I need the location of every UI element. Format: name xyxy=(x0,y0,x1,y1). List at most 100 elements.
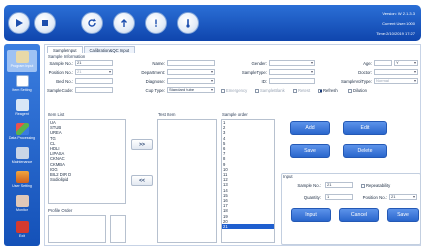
thermometer-icon[interactable] xyxy=(177,12,199,34)
input-sample-no-field[interactable]: 21 xyxy=(325,182,353,188)
sidebar-item-maintenance[interactable]: Maintenance xyxy=(7,146,37,168)
list-item[interactable]: Sodiolipid xyxy=(49,177,125,182)
sample-vol-type-select[interactable]: Normal xyxy=(374,78,418,84)
item-setting-icon xyxy=(15,75,29,87)
quantity-label: Quantity: xyxy=(303,195,321,200)
cup-type-select[interactable]: Standard tube xyxy=(167,87,215,93)
program-input-icon xyxy=(15,51,29,63)
refresh-label: Refresh xyxy=(323,88,338,93)
bed-no-label: Bed No.: xyxy=(56,79,73,84)
list-item-selected[interactable]: 21 xyxy=(222,224,274,230)
add-button[interactable]: Add xyxy=(290,121,330,135)
checkbox-box xyxy=(255,88,259,93)
retest-checkbox[interactable]: Retest xyxy=(293,88,310,93)
input-position-no-select[interactable]: 21 xyxy=(389,194,417,200)
sample-code-field[interactable] xyxy=(75,87,113,93)
item-list[interactable]: UA STUB UREA TG CL HDLI LIPASA CKNAC CKM… xyxy=(48,119,126,204)
sidebar-item-label: Monitor xyxy=(16,208,28,212)
current-user-text: Current User:1000 xyxy=(382,21,415,26)
sample-code-label: SampleCode: xyxy=(47,88,74,93)
main-panel: SampleInput Calibration&QC Input Sample … xyxy=(44,44,421,246)
diagnose-select[interactable] xyxy=(167,78,215,84)
sample-no-label: Sample No.: xyxy=(49,61,73,66)
exit-icon xyxy=(15,221,29,233)
sidebar-item-label: Program Input xyxy=(10,64,34,68)
stop-icon[interactable] xyxy=(34,12,56,34)
delete-button[interactable]: Delete xyxy=(343,144,387,158)
age-field[interactable] xyxy=(374,60,392,66)
diagnose-label: Diagnose: xyxy=(145,79,165,84)
doctor-select[interactable] xyxy=(374,69,418,75)
sidebar-item-item-setting[interactable]: Item Setting xyxy=(7,74,37,96)
dilution-label: Dilution xyxy=(353,88,367,93)
sidebar-item-label: Item Setting xyxy=(12,88,32,92)
sample-order-list[interactable]: 1 2 3 4 5 6 7 8 9 10 11 12 13 14 15 16 1… xyxy=(221,119,275,243)
repeatability-label: Repeatability xyxy=(366,183,391,188)
input-group-label: Input xyxy=(283,174,293,179)
sidebar-item-user-setting[interactable]: User Setting xyxy=(7,170,37,192)
test-item-label: Test Item xyxy=(158,112,176,117)
move-right-button[interactable]: >> xyxy=(131,139,153,150)
profile-order-list[interactable] xyxy=(48,215,106,243)
item-list-label: Item List xyxy=(48,112,65,117)
sidebar-item-label: User Setting xyxy=(12,184,32,188)
input-button[interactable]: Input xyxy=(291,208,331,222)
sidebar-item-monitor[interactable]: Monitor xyxy=(7,194,37,216)
id-field[interactable] xyxy=(269,78,315,84)
id-label: ID: xyxy=(261,79,268,84)
test-item-list[interactable] xyxy=(157,119,217,243)
tab-calibration-qc-input[interactable]: Calibration&QC Input xyxy=(83,46,136,53)
sample-information-title: Sample Information xyxy=(48,54,86,59)
age-unit-select[interactable]: Y xyxy=(394,60,418,66)
tab-sample-input[interactable]: SampleInput xyxy=(47,46,83,53)
checkbox-box xyxy=(348,88,352,93)
sidebar-item-label: Reagent xyxy=(15,112,29,116)
dilution-checkbox[interactable]: Dilution xyxy=(348,88,367,93)
gender-select[interactable] xyxy=(269,60,315,66)
move-left-button[interactable]: << xyxy=(131,175,153,186)
sample-blank-checkbox[interactable]: SampleBlank xyxy=(255,88,285,93)
age-label: Age: xyxy=(363,61,372,66)
sidebar-item-reagent[interactable]: Reagent xyxy=(7,98,37,120)
profile-order-label: Profile Order xyxy=(48,208,73,213)
reagent-icon xyxy=(15,99,29,111)
sample-blank-label: SampleBlank xyxy=(260,88,285,93)
cancel-button[interactable]: Cancel xyxy=(339,208,379,222)
input-save-button[interactable]: Save xyxy=(387,208,419,222)
version-text: Version: W 2.1.3.3 xyxy=(382,11,415,16)
sidebar-item-program-input[interactable]: Program Input xyxy=(7,50,37,72)
sample-type-label: SampleType: xyxy=(241,70,267,75)
profile-order-side-list[interactable] xyxy=(110,215,126,243)
sidebar: Program Input Item Setting Reagent Data … xyxy=(4,44,40,246)
position-no-select[interactable]: 21 xyxy=(75,69,113,75)
save-button[interactable]: Save xyxy=(290,144,330,158)
top-toolbar: Version: W 2.1.3.3 Current User:1000 Tim… xyxy=(4,5,421,41)
app-window: Version: W 2.1.3.3 Current User:1000 Tim… xyxy=(0,0,425,250)
data-processing-icon xyxy=(15,123,29,135)
sample-no-field[interactable]: 21 xyxy=(75,60,113,66)
bed-no-field[interactable] xyxy=(75,78,113,84)
sample-order-label: Sample order xyxy=(222,112,248,117)
refresh-icon[interactable] xyxy=(81,12,103,34)
sidebar-item-label: Data Processing xyxy=(8,136,36,140)
quantity-field[interactable]: 1 xyxy=(325,194,353,200)
sample-type-select[interactable] xyxy=(269,69,315,75)
refresh-checkbox[interactable]: Refresh xyxy=(318,88,338,93)
play-icon[interactable] xyxy=(8,12,30,34)
edit-button[interactable]: Edit xyxy=(343,121,387,135)
emergency-checkbox[interactable]: Emergency xyxy=(221,88,247,93)
up-arrow-icon[interactable] xyxy=(113,12,135,34)
department-select[interactable] xyxy=(167,69,215,75)
name-field[interactable] xyxy=(167,60,215,66)
department-label: Department: xyxy=(141,70,165,75)
emergency-label: Emergency xyxy=(226,88,248,93)
sidebar-item-data-processing[interactable]: Data Processing xyxy=(7,122,37,144)
alert-icon[interactable] xyxy=(145,12,167,34)
tab-bar: SampleInput Calibration&QC Input xyxy=(47,46,136,53)
time-text: Time:2/10/2019 17:27 xyxy=(376,31,415,36)
repeatability-checkbox[interactable]: Repeatability xyxy=(361,183,390,188)
monitor-icon xyxy=(15,195,29,207)
user-setting-icon xyxy=(15,171,29,183)
sidebar-item-exit[interactable]: Exit xyxy=(7,220,37,242)
sidebar-item-label: Maintenance xyxy=(11,160,33,164)
